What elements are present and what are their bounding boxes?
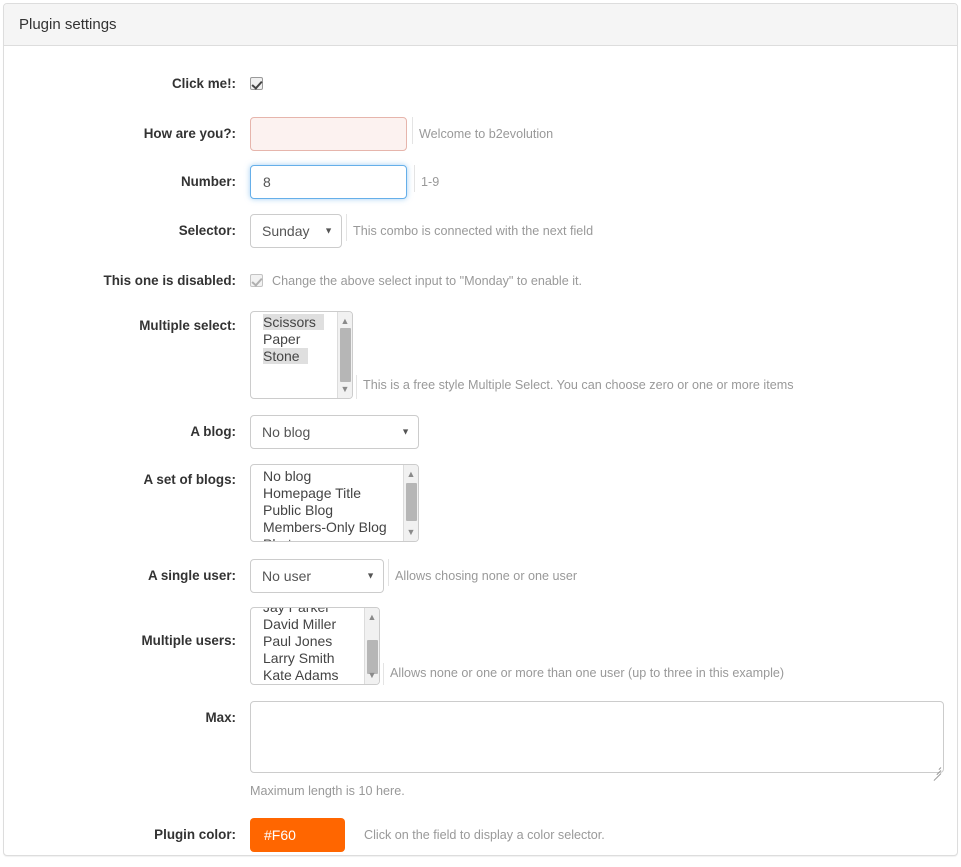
list-item[interactable]: David Miller [251, 616, 379, 633]
label-set-of-blogs: A set of blogs: [4, 464, 250, 490]
single-user-value: No user [262, 568, 311, 584]
scroll-down-icon[interactable]: ▼ [338, 382, 352, 396]
hint-how-are-you: Welcome to b2evolution [412, 117, 553, 144]
form-row-multiple-select: Multiple select: Scissors Paper Stone ▲ … [4, 311, 957, 399]
form-row-a-blog: A blog: No blog ▼ [4, 415, 957, 449]
label-multiple-select: Multiple select: [4, 311, 250, 336]
form-row-set-of-blogs: A set of blogs: No blog Homepage Title P… [4, 464, 957, 542]
label-multiple-users: Multiple users: [4, 607, 250, 651]
list-item[interactable]: No blog [251, 468, 418, 485]
multiple-select-listbox[interactable]: Scissors Paper Stone ▲ ▼ [250, 311, 353, 399]
number-input[interactable] [250, 165, 407, 199]
scroll-down-icon[interactable]: ▼ [365, 668, 379, 682]
label-plugin-color: Plugin color: [4, 818, 250, 845]
hint-plugin-color: Click on the field to display a color se… [364, 818, 605, 845]
listbox-scrollbar[interactable]: ▲ ▼ [403, 465, 418, 541]
set-of-blogs-listbox[interactable]: No blog Homepage Title Public Blog Membe… [250, 464, 419, 542]
list-item[interactable]: Paul Jones [251, 633, 379, 650]
multiple-users-listbox[interactable]: Jay Parker David Miller Paul Jones Larry… [250, 607, 380, 685]
plugin-settings-panel: Plugin settings Click me!: How are you?:… [3, 3, 958, 856]
scroll-up-icon[interactable]: ▲ [365, 610, 379, 624]
list-item[interactable]: Homepage Title [251, 485, 418, 502]
hint-disabled-one: Change the above select input to "Monday… [272, 274, 582, 288]
chevron-down-icon: ▼ [401, 428, 410, 437]
list-item[interactable]: Jay Parker [251, 607, 379, 616]
scroll-up-icon[interactable]: ▲ [404, 467, 418, 481]
label-disabled-one: This one is disabled: [4, 271, 250, 291]
form-row-disabled: This one is disabled: Change the above s… [4, 271, 957, 293]
label-number: Number: [4, 165, 250, 192]
scrollbar-thumb[interactable] [340, 328, 351, 382]
disabled-checkbox [250, 274, 263, 287]
chevron-down-icon: ▼ [366, 572, 375, 581]
panel-body: Click me!: How are you?: Welcome to b2ev… [4, 46, 957, 852]
page-title: Plugin settings [19, 16, 117, 33]
form-row-plugin-color: Plugin color: #F60 Click on the field to… [4, 818, 957, 852]
hint-max: Maximum length is 10 here. [250, 783, 405, 799]
chevron-down-icon: ▼ [324, 227, 333, 236]
form-row-multiple-users: Multiple users: Jay Parker David Miller … [4, 607, 957, 685]
selector-value: Sunday [262, 223, 309, 239]
how-are-you-input[interactable] [250, 117, 407, 151]
list-item[interactable]: Larry Smith [251, 650, 379, 667]
hint-multiple-users: Allows none or one or more than one user… [383, 663, 784, 685]
listbox-scrollbar[interactable]: ▲ ▼ [337, 312, 352, 398]
list-item[interactable]: Kate Adams [251, 667, 379, 684]
form-row-number: Number: 1-9 [4, 165, 957, 199]
list-item[interactable]: Members-Only Blog [251, 519, 418, 536]
list-item[interactable]: Public Blog [251, 502, 418, 519]
single-user-dropdown[interactable]: No user ▼ [250, 559, 384, 593]
plugin-color-field[interactable]: #F60 [250, 818, 345, 852]
label-selector: Selector: [4, 214, 250, 241]
scroll-up-icon[interactable]: ▲ [338, 314, 352, 328]
hint-multiple-select: This is a free style Multiple Select. Yo… [356, 375, 794, 399]
hint-single-user: Allows chosing none or one user [388, 559, 577, 586]
hint-selector: This combo is connected with the next fi… [346, 214, 593, 241]
form-row-single-user: A single user: No user ▼ Allows chosing … [4, 559, 957, 593]
scroll-down-icon[interactable]: ▼ [404, 525, 418, 539]
form-row-how-are-you: How are you?: Welcome to b2evolution [4, 117, 957, 151]
panel-heading: Plugin settings [4, 4, 957, 46]
a-blog-dropdown[interactable]: No blog ▼ [250, 415, 419, 449]
label-single-user: A single user: [4, 559, 250, 586]
form-row-selector: Selector: Sunday ▼ This combo is connect… [4, 214, 957, 248]
hint-number: 1-9 [414, 165, 439, 192]
form-row-max: Max: Maximum length is 10 here. [4, 701, 957, 799]
plugin-color-value: #F60 [264, 827, 296, 843]
list-item[interactable]: Photos [251, 536, 418, 542]
a-blog-value: No blog [262, 424, 310, 440]
label-max: Max: [4, 701, 250, 728]
click-me-checkbox[interactable] [250, 77, 263, 90]
scrollbar-thumb[interactable] [406, 483, 417, 521]
label-a-blog: A blog: [4, 415, 250, 442]
form-row-click-me: Click me!: [4, 74, 957, 96]
label-how-are-you: How are you?: [4, 117, 250, 144]
max-textarea[interactable] [250, 701, 944, 773]
selector-dropdown[interactable]: Sunday ▼ [250, 214, 342, 248]
label-click-me: Click me!: [4, 74, 250, 94]
listbox-scrollbar[interactable]: ▲ ▼ [364, 608, 379, 684]
